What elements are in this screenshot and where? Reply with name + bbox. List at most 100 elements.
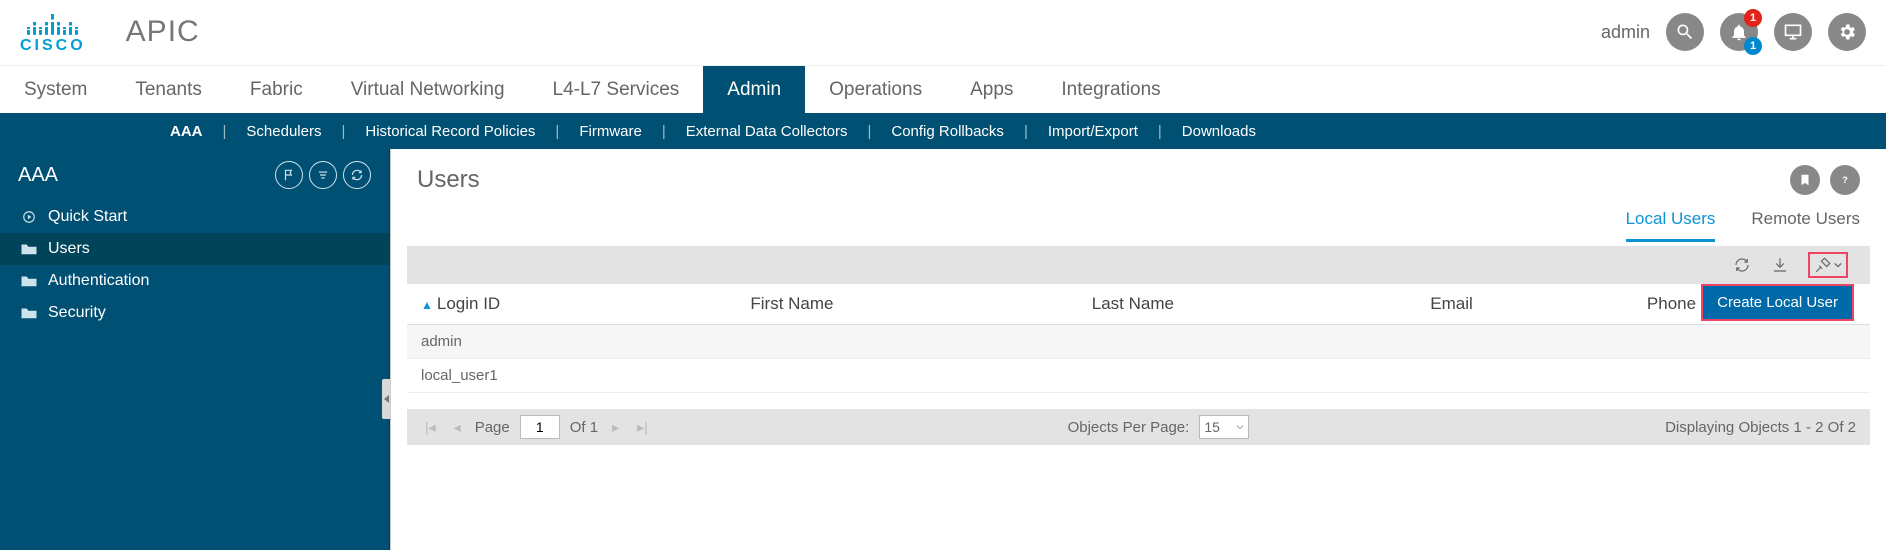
cell-login: local_user1 (407, 359, 736, 393)
table-row[interactable]: admin (407, 325, 1870, 359)
pager-page-label: Page (475, 419, 510, 436)
toolbar-tools-button[interactable] (1808, 252, 1848, 278)
subnav-config-rollbacks[interactable]: Config Rollbacks (881, 123, 1014, 140)
folder-icon (20, 242, 38, 256)
bookmark-button[interactable] (1790, 165, 1820, 195)
pager-of-label: Of 1 (570, 419, 598, 436)
quickstart-icon (20, 210, 38, 224)
cell-last (1078, 359, 1417, 393)
sub-tabs: Local Users Remote Users (391, 203, 1886, 242)
tree-authentication[interactable]: Authentication (0, 265, 389, 297)
subnav-downloads[interactable]: Downloads (1172, 123, 1266, 140)
pager-opp-select[interactable]: 15 (1199, 415, 1249, 439)
sidebar-filter-button[interactable] (309, 161, 337, 189)
nav-tenants[interactable]: Tenants (111, 66, 226, 113)
pager-prev[interactable]: ◂ (450, 419, 465, 436)
help-icon: ? (1838, 173, 1852, 187)
refresh-icon (350, 168, 364, 182)
sidebar-flag-button[interactable] (275, 161, 303, 189)
col-login-id[interactable]: ▲Login ID (407, 284, 736, 325)
col-first-name[interactable]: First Name (736, 284, 1077, 325)
svg-text:?: ? (1842, 175, 1848, 185)
cell-email (1416, 325, 1633, 359)
pager-next[interactable]: ▸ (608, 419, 623, 436)
nav-integrations[interactable]: Integrations (1037, 66, 1184, 113)
subtab-local-users[interactable]: Local Users (1626, 203, 1716, 242)
subnav-import-export[interactable]: Import/Export (1038, 123, 1148, 140)
cell-phone (1633, 359, 1870, 393)
main-content: Users ? Local Users Remote Users Create … (390, 149, 1886, 550)
toolbar-download-button[interactable] (1770, 255, 1790, 275)
bookmark-icon (1798, 173, 1812, 187)
col-last-name[interactable]: Last Name (1078, 284, 1417, 325)
nav-system[interactable]: System (0, 66, 111, 113)
folder-icon (20, 306, 38, 320)
cell-email (1416, 359, 1633, 393)
tree-users[interactable]: Users (0, 233, 389, 265)
tree-item-label: Users (48, 240, 90, 258)
subnav-historical[interactable]: Historical Record Policies (355, 123, 545, 140)
tree-item-label: Quick Start (48, 208, 127, 226)
cell-login: admin (407, 325, 736, 359)
cell-phone (1633, 325, 1870, 359)
pager-last[interactable]: ▸| (633, 419, 652, 436)
tree-security[interactable]: Security (0, 297, 389, 329)
sidebar-title: AAA (18, 164, 58, 187)
subnav-schedulers[interactable]: Schedulers (236, 123, 331, 140)
pager: |◂ ◂ Page Of 1 ▸ ▸| Objects Per Page: 15… (407, 409, 1870, 445)
pager-opp-label: Objects Per Page: (1068, 419, 1190, 436)
tools-icon (1814, 256, 1832, 274)
col-email[interactable]: Email (1416, 284, 1633, 325)
sidebar-tree: Quick Start Users Authentication Securit… (0, 197, 389, 333)
help-button[interactable]: ? (1830, 165, 1860, 195)
download-icon (1771, 256, 1789, 274)
cell-last (1078, 325, 1417, 359)
tree-item-label: Security (48, 304, 106, 322)
nav-virtual-networking[interactable]: Virtual Networking (327, 66, 529, 113)
nav-l4-l7[interactable]: L4-L7 Services (529, 66, 704, 113)
sort-asc-icon: ▲ (421, 298, 433, 312)
chevron-down-icon (1834, 261, 1842, 269)
subnav-aaa[interactable]: AAA (160, 123, 213, 140)
secondary-nav: AAA| Schedulers| Historical Record Polic… (0, 113, 1886, 149)
current-user[interactable]: admin (1601, 22, 1650, 43)
cisco-logo: CISCO (20, 9, 86, 55)
subnav-firmware[interactable]: Firmware (569, 123, 652, 140)
page-title: Users (417, 166, 480, 194)
subtab-remote-users[interactable]: Remote Users (1751, 203, 1860, 242)
notif-badge-alert: 1 (1744, 9, 1762, 27)
primary-nav: System Tenants Fabric Virtual Networking… (0, 65, 1886, 113)
nav-apps[interactable]: Apps (946, 66, 1037, 113)
search-icon (1675, 22, 1695, 42)
folder-icon (20, 274, 38, 288)
create-local-user-menu-item[interactable]: Create Local User (1701, 284, 1854, 321)
top-bar: CISCO APIC admin 1 1 (0, 0, 1886, 65)
cisco-wordmark: CISCO (20, 37, 86, 55)
notifications-button[interactable]: 1 1 (1720, 13, 1758, 51)
list-icon (316, 168, 330, 182)
settings-button[interactable] (1828, 13, 1866, 51)
pager-summary: Displaying Objects 1 - 2 Of 2 (1665, 419, 1856, 436)
flag-icon (282, 168, 296, 182)
search-button[interactable] (1666, 13, 1704, 51)
users-table: ▲Login ID First Name Last Name Email Pho… (407, 284, 1870, 393)
pager-page-input[interactable] (520, 415, 560, 439)
cell-first (736, 359, 1077, 393)
refresh-icon (1733, 256, 1751, 274)
tree-item-label: Authentication (48, 272, 149, 290)
tree-quick-start[interactable]: Quick Start (0, 201, 389, 233)
sidebar-collapse-handle[interactable] (382, 379, 390, 419)
toolbar-refresh-button[interactable] (1732, 255, 1752, 275)
nav-operations[interactable]: Operations (805, 66, 946, 113)
nav-admin[interactable]: Admin (703, 66, 805, 113)
feedback-button[interactable] (1774, 13, 1812, 51)
sidebar: AAA Quick Start Users Authentication (0, 149, 390, 550)
nav-fabric[interactable]: Fabric (226, 66, 327, 113)
app-title: APIC (126, 15, 200, 49)
table-row[interactable]: local_user1 (407, 359, 1870, 393)
sidebar-refresh-button[interactable] (343, 161, 371, 189)
cisco-bars-icon (27, 9, 78, 35)
pager-first[interactable]: |◂ (421, 419, 440, 436)
subnav-external-data[interactable]: External Data Collectors (676, 123, 858, 140)
cell-first (736, 325, 1077, 359)
